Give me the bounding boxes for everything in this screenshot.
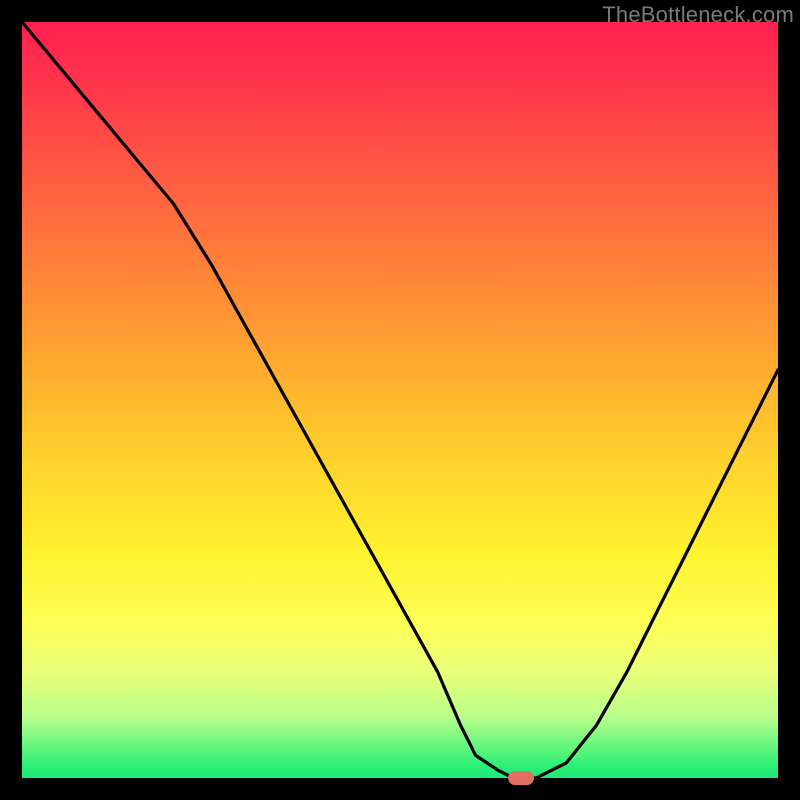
plot-area [22,22,778,778]
watermark-text: TheBottleneck.com [602,2,794,28]
chart-frame: TheBottleneck.com [0,0,800,800]
optimal-point-marker [508,771,534,785]
bottleneck-curve [22,22,778,778]
